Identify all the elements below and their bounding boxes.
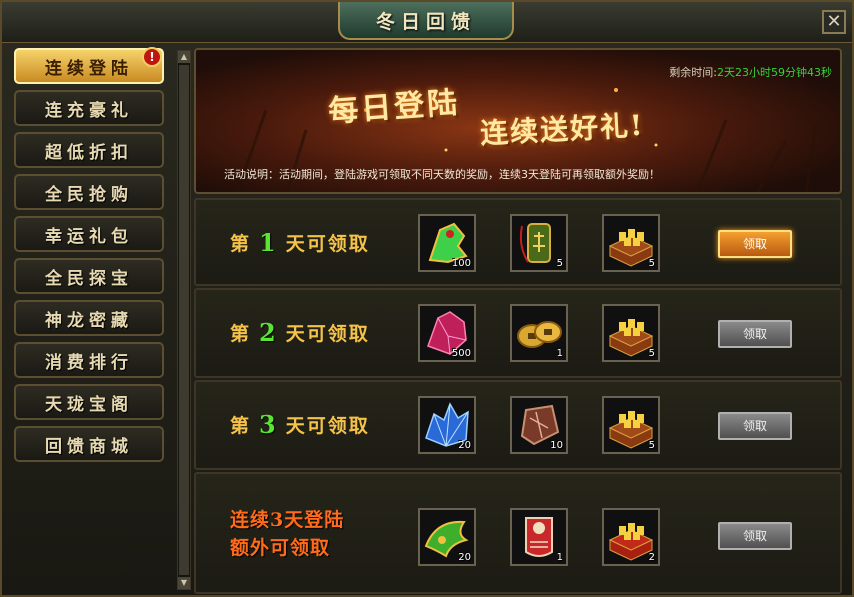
reward-item-slot[interactable]: 5 <box>602 396 660 454</box>
day-label: 第 2 天可领取 <box>230 318 370 347</box>
item-count: 5 <box>648 348 655 359</box>
item-count: 5 <box>648 440 655 451</box>
item-count: 20 <box>458 440 471 451</box>
day-label: 第 3 天可领取 <box>230 410 370 439</box>
event-description: 活动说明：活动期间，登陆游戏可领取不同天数的奖励，连续3天登陆可再领取额外奖励！ <box>224 168 660 181</box>
day-label: 第 1 天可领取 <box>230 228 370 257</box>
sidebar-item-discount[interactable]: 超低折扣 <box>14 132 164 168</box>
day-number: 2 <box>259 318 278 347</box>
sidebar-item-recharge[interactable]: 连充豪礼 <box>14 90 164 126</box>
item-count: 500 <box>451 348 471 359</box>
item-count: 1 <box>556 552 563 563</box>
claim-button[interactable]: 领取 <box>718 412 792 440</box>
title-bar: 冬日回馈 ✕ <box>2 2 852 43</box>
reward-item-slot[interactable]: 5 <box>602 214 660 272</box>
event-window: 冬日回馈 ✕ 连续登陆 ! 连充豪礼 超低折扣 全民抢购 幸运礼包 全民探宝 神… <box>0 0 854 597</box>
sidebar-item-label: 超低折扣 <box>45 142 133 163</box>
reward-item-slot[interactable]: 100 <box>418 214 476 272</box>
item-count: 5 <box>648 258 655 269</box>
day-number: 1 <box>259 228 278 257</box>
day-suffix: 天可领取 <box>285 323 370 345</box>
sidebar-item-label: 全民探宝 <box>45 268 133 289</box>
timer-value: 2天23小时59分钟43秒 <box>717 66 832 79</box>
item-count: 10 <box>550 440 563 451</box>
sidebar-item-dragon-vault[interactable]: 神龙密藏 <box>14 300 164 336</box>
day-prefix: 第 <box>230 233 252 255</box>
day-prefix: 第 <box>230 415 252 437</box>
remaining-time: 剩余时间:2天23小时59分钟43秒 <box>669 64 832 80</box>
sidebar-item-spend-ranking[interactable]: 消费排行 <box>14 342 164 378</box>
reward-row-day-1: 第 1 天可领取 100 5 5 领取 <box>194 198 842 286</box>
bonus-label-line2: 额外可领取 <box>230 537 331 559</box>
item-count: 5 <box>556 258 563 269</box>
scrollbar[interactable]: ▲ ▼ <box>177 50 191 590</box>
claim-button[interactable]: 领取 <box>718 320 792 348</box>
item-count: 20 <box>458 552 471 563</box>
timer-label: 剩余时间: <box>669 66 717 79</box>
item-count: 2 <box>648 552 655 563</box>
sidebar-item-label: 幸运礼包 <box>45 226 133 247</box>
reward-item-slot[interactable]: 20 <box>418 508 476 566</box>
alert-badge-icon: ! <box>142 47 162 67</box>
reward-item-slot[interactable]: 10 <box>510 396 568 454</box>
bonus-label: 连续3天登陆 额外可领取 <box>230 506 344 562</box>
sidebar-item-treasure-pavilion[interactable]: 天珑宝阁 <box>14 384 164 420</box>
reward-row-day-2: 第 2 天可领取 500 1 5 领取 <box>194 288 842 378</box>
banner-title-daily-login: 每日登陆 <box>327 85 462 130</box>
window-title: 冬日回馈 <box>375 10 476 33</box>
scroll-thumb[interactable] <box>179 65 189 575</box>
reward-item-slot[interactable]: 1 <box>510 304 568 362</box>
claim-button[interactable]: 领取 <box>718 522 792 550</box>
sidebar-item-label: 消费排行 <box>45 352 133 373</box>
sidebar: 连续登陆 ! 连充豪礼 超低折扣 全民抢购 幸运礼包 全民探宝 神龙密藏 消费排… <box>10 47 170 592</box>
day-suffix: 天可领取 <box>285 233 370 255</box>
sidebar-item-label: 全民抢购 <box>45 184 133 205</box>
sidebar-item-label: 天珑宝阁 <box>45 394 133 415</box>
reward-row-day-3: 第 3 天可领取 20 10 5 领取 <box>194 380 842 470</box>
item-count: 1 <box>556 348 563 359</box>
day-number: 3 <box>259 410 278 439</box>
reward-item-slot[interactable]: 5 <box>602 304 660 362</box>
day-suffix: 天可领取 <box>285 415 370 437</box>
reward-item-slot[interactable]: 5 <box>510 214 568 272</box>
reward-item-slot[interactable]: 1 <box>510 508 568 566</box>
sidebar-item-login[interactable]: 连续登陆 ! <box>14 47 164 84</box>
sidebar-item-reward-shop[interactable]: 回馈商城 <box>14 426 164 462</box>
sidebar-item-lucky-pack[interactable]: 幸运礼包 <box>14 216 164 252</box>
reward-item-slot[interactable]: 500 <box>418 304 476 362</box>
scroll-down-icon[interactable]: ▼ <box>178 577 190 589</box>
reward-item-slot[interactable]: 20 <box>418 396 476 454</box>
sidebar-item-label: 连充豪礼 <box>45 100 133 121</box>
scroll-up-icon[interactable]: ▲ <box>178 51 190 63</box>
close-button[interactable]: ✕ <box>822 10 846 34</box>
sidebar-item-label: 连续登陆 <box>45 58 133 79</box>
item-count: 100 <box>451 258 471 269</box>
bonus-label-line1: 连续3天登陆 <box>230 509 345 531</box>
reward-item-slot[interactable]: 2 <box>602 508 660 566</box>
sidebar-item-treasure-hunt[interactable]: 全民探宝 <box>14 258 164 294</box>
claim-button[interactable]: 领取 <box>718 230 792 258</box>
sidebar-item-flash-sale[interactable]: 全民抢购 <box>14 174 164 210</box>
sidebar-item-label: 神龙密藏 <box>45 310 133 331</box>
title-plaque: 冬日回馈 <box>338 2 514 40</box>
sidebar-item-label: 回馈商城 <box>45 436 133 457</box>
day-prefix: 第 <box>230 323 252 345</box>
reward-row-bonus: 连续3天登陆 额外可领取 20 1 2 领取 <box>194 472 842 594</box>
event-banner: 每日登陆 连续送好礼! 剩余时间:2天23小时59分钟43秒 活动说明：活动期间… <box>194 48 842 194</box>
